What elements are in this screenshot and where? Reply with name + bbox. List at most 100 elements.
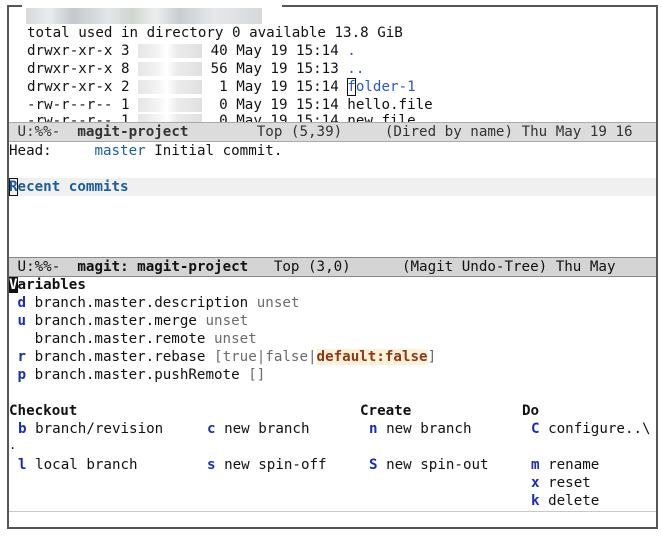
entry-owner-redacted bbox=[138, 80, 203, 94]
entry-owner-redacted bbox=[138, 98, 203, 112]
entry-size: 1 bbox=[210, 79, 228, 95]
entry-name-rest[interactable]: older-1 bbox=[356, 79, 416, 95]
command-item[interactable]: n new branch bbox=[369, 420, 472, 438]
entry-date: May 19 15:13 bbox=[236, 61, 339, 77]
magit-modeline[interactable]: U:%%- magit: magit-project Top (3,0) (Ma… bbox=[9, 257, 656, 277]
entry-links: 1 bbox=[120, 113, 130, 122]
recent-commits-label: ecent commits bbox=[17, 179, 129, 195]
variable-item[interactable]: d branch.master.description unset bbox=[9, 294, 300, 312]
entry-size: 0 bbox=[210, 113, 228, 122]
command-key[interactable]: k bbox=[531, 493, 540, 509]
magit-head-line[interactable]: Head: master Initial commit. bbox=[9, 142, 282, 160]
entry-size: 0 bbox=[210, 97, 228, 113]
variable-key[interactable]: r bbox=[18, 349, 27, 365]
variable-item[interactable]: r branch.master.rebase [true|false|defau… bbox=[9, 348, 436, 366]
wrap-continuation: . bbox=[9, 438, 17, 452]
variable-choices-end: ] bbox=[427, 349, 437, 365]
command-item[interactable]: m rename bbox=[531, 456, 599, 474]
entry-perms: drwxr-xr-x bbox=[27, 43, 113, 59]
dired-entry[interactable]: drwxr-xr-x 2 1 May 19 15:14 folder-1 bbox=[27, 78, 416, 96]
variable-choices: [true|false| bbox=[214, 349, 317, 365]
command-item[interactable]: b branch/revision bbox=[18, 420, 163, 438]
command-key[interactable]: S bbox=[369, 457, 378, 473]
command-key[interactable]: x bbox=[531, 475, 540, 491]
variable-default-choice: default:false bbox=[316, 349, 428, 365]
command-key[interactable]: s bbox=[207, 457, 216, 473]
command-item[interactable]: S new spin-out bbox=[369, 456, 489, 474]
entry-name[interactable]: .. bbox=[347, 61, 364, 77]
modeline-state: U:%%- bbox=[17, 259, 61, 275]
dired-modeline[interactable]: U:%%- magit-project Top (5,39) (Dired by… bbox=[9, 122, 656, 142]
command-item[interactable]: k delete bbox=[531, 492, 599, 510]
command-key[interactable]: n bbox=[369, 421, 378, 437]
command-key[interactable]: m bbox=[531, 457, 540, 473]
variable-value: [] bbox=[248, 367, 266, 383]
dired-entry[interactable]: drwxr-xr-x 8 56 May 19 15:13 .. bbox=[27, 60, 364, 78]
command-item[interactable]: x reset bbox=[531, 474, 591, 492]
recent-commits-heading[interactable]: Recent commits bbox=[9, 178, 129, 196]
entry-date: May 19 15:14 bbox=[236, 97, 339, 113]
text-cursor: f bbox=[347, 78, 356, 96]
modeline-datetime: Thu May bbox=[555, 259, 616, 275]
variable-name: branch.master.rebase bbox=[34, 349, 206, 365]
dired-entry-partial[interactable]: -rw-r--r-- 1 0 May 19 15:14 new.file bbox=[27, 112, 416, 122]
command-item[interactable]: l local branch bbox=[18, 456, 138, 474]
entry-links: 3 bbox=[120, 43, 130, 59]
head-message: Initial commit. bbox=[154, 143, 283, 159]
modeline-position: Top (3,0) bbox=[273, 259, 351, 275]
entry-name[interactable]: hello.file bbox=[347, 97, 432, 113]
head-label: Head: bbox=[9, 143, 52, 159]
modeline-position: Top (5,39) bbox=[256, 124, 343, 140]
command-item[interactable]: s new spin-off bbox=[207, 456, 327, 474]
variable-item: branch.master.remote unset bbox=[9, 330, 257, 348]
command-label: rename bbox=[548, 457, 600, 473]
variable-value: unset bbox=[205, 313, 249, 329]
entry-date: May 19 15:14 bbox=[236, 43, 339, 59]
variable-name: branch.master.pushRemote bbox=[34, 367, 240, 383]
modeline-state: U:%%- bbox=[17, 124, 61, 140]
command-label: new spin-out bbox=[386, 457, 489, 473]
group-heading-create: Create bbox=[360, 403, 412, 419]
command-key[interactable]: C bbox=[531, 421, 540, 437]
variable-key[interactable]: d bbox=[18, 295, 27, 311]
entry-name[interactable]: . bbox=[347, 43, 356, 59]
entry-owner-redacted bbox=[138, 114, 203, 122]
entry-date: May 19 15:14 bbox=[236, 113, 339, 122]
group-heading-do: Do bbox=[522, 403, 540, 419]
variable-item[interactable]: p branch.master.pushRemote [] bbox=[9, 366, 266, 384]
modeline-buffer-name: magit-project bbox=[77, 124, 189, 140]
entry-owner-redacted bbox=[138, 44, 203, 58]
text-cursor: R bbox=[9, 178, 18, 196]
entry-owner-redacted bbox=[138, 62, 203, 76]
entry-links: 1 bbox=[120, 97, 130, 113]
variable-value: unset bbox=[256, 295, 300, 311]
entry-name[interactable]: new.file bbox=[347, 113, 415, 122]
entry-size: 56 bbox=[210, 61, 228, 77]
variable-name: branch.master.remote bbox=[34, 331, 206, 347]
command-key[interactable]: c bbox=[207, 421, 216, 437]
variable-key[interactable]: p bbox=[18, 367, 27, 383]
entry-size: 40 bbox=[210, 43, 228, 59]
command-key[interactable]: b bbox=[18, 421, 27, 437]
echo-area-separator bbox=[9, 511, 656, 512]
entry-date: May 19 15:14 bbox=[236, 79, 339, 95]
entry-perms: drwxr-xr-x bbox=[27, 79, 113, 95]
dired-entry[interactable]: drwxr-xr-x 3 40 May 19 15:14 . bbox=[27, 42, 356, 60]
command-key[interactable]: l bbox=[18, 457, 27, 473]
variable-value: unset bbox=[214, 331, 257, 347]
command-label: new branch bbox=[386, 421, 472, 437]
command-label: branch/revision bbox=[35, 421, 164, 437]
dired-summary: total used in directory 0 available 13.8… bbox=[27, 25, 403, 41]
command-item[interactable]: C configure..\ bbox=[531, 420, 651, 438]
command-item[interactable]: c new branch bbox=[207, 420, 310, 438]
text-cursor: V bbox=[9, 277, 18, 293]
command-label: new branch bbox=[224, 421, 310, 437]
variable-name: branch.master.merge bbox=[34, 313, 197, 329]
entry-links: 2 bbox=[120, 79, 130, 95]
entry-perms: -rw-r--r-- bbox=[27, 113, 113, 122]
variable-key[interactable]: u bbox=[18, 313, 27, 329]
modeline-mode: (Dired by name) bbox=[384, 124, 514, 140]
head-branch[interactable]: master bbox=[94, 143, 145, 159]
variable-item[interactable]: u branch.master.merge unset bbox=[9, 312, 249, 330]
entry-perms: -rw-r--r-- bbox=[27, 97, 113, 113]
